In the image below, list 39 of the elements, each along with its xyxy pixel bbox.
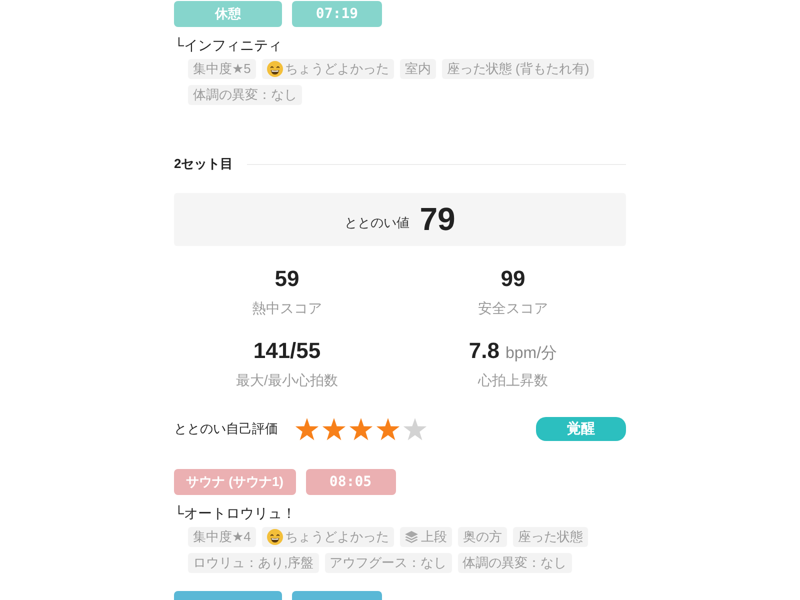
stat-unit: bpm/分 <box>506 344 558 364</box>
stat-value: 99 <box>500 266 526 292</box>
stat-value: 7.8 <box>468 338 500 364</box>
tag: 座った状態 <box>512 527 588 547</box>
score-value: 79 <box>420 201 456 238</box>
tag: 集中度★5 <box>188 59 256 79</box>
tag: 体調の異変：なし <box>188 85 302 105</box>
entry-note: └オートロウリュ！ <box>174 504 296 522</box>
stat-value: 59 <box>274 266 300 292</box>
tag: 体調の異変：なし <box>458 553 572 573</box>
mood-badge: 覚醒 <box>536 417 626 441</box>
category-pill: 休憩 <box>174 1 282 27</box>
set-title: 2セット目 <box>174 155 234 173</box>
stat-label: 熱中スコア <box>252 299 322 318</box>
entry-note: └インフィニティ <box>174 36 282 54</box>
time-pill: 07:19 <box>292 1 382 27</box>
category-pill: サウナ (サウナ1) <box>174 469 296 495</box>
score-label: ととのい値 <box>344 214 410 232</box>
rating-label: ととのい自己評価 <box>174 420 278 438</box>
tag: 座った状態 (背もたれ有) <box>442 59 594 79</box>
tag: 室内 <box>400 59 436 79</box>
tag-label: ちょうどよかった <box>284 528 389 546</box>
star-icon <box>349 418 373 440</box>
tag: アウフグース：なし <box>324 553 452 573</box>
stat-label: 最大/最小心拍数 <box>236 371 338 390</box>
star-icon <box>403 418 427 440</box>
stat-label: 安全スコア <box>478 299 548 318</box>
tag-label: 上段 <box>420 528 447 546</box>
star-icon <box>295 418 319 440</box>
stat-label: 心拍上昇数 <box>478 371 548 390</box>
star-icon <box>376 418 400 440</box>
time-pill: 08:05 <box>306 469 396 495</box>
tag: ロウリュ：あり,序盤 <box>188 553 319 573</box>
tag: 集中度★4 <box>188 527 256 547</box>
stat-value: 141/55 <box>253 338 321 364</box>
tag: 奥の方 <box>458 527 507 547</box>
tag-label: ちょうどよかった <box>284 60 389 78</box>
layers-icon <box>404 531 418 543</box>
star-icon <box>322 418 346 440</box>
